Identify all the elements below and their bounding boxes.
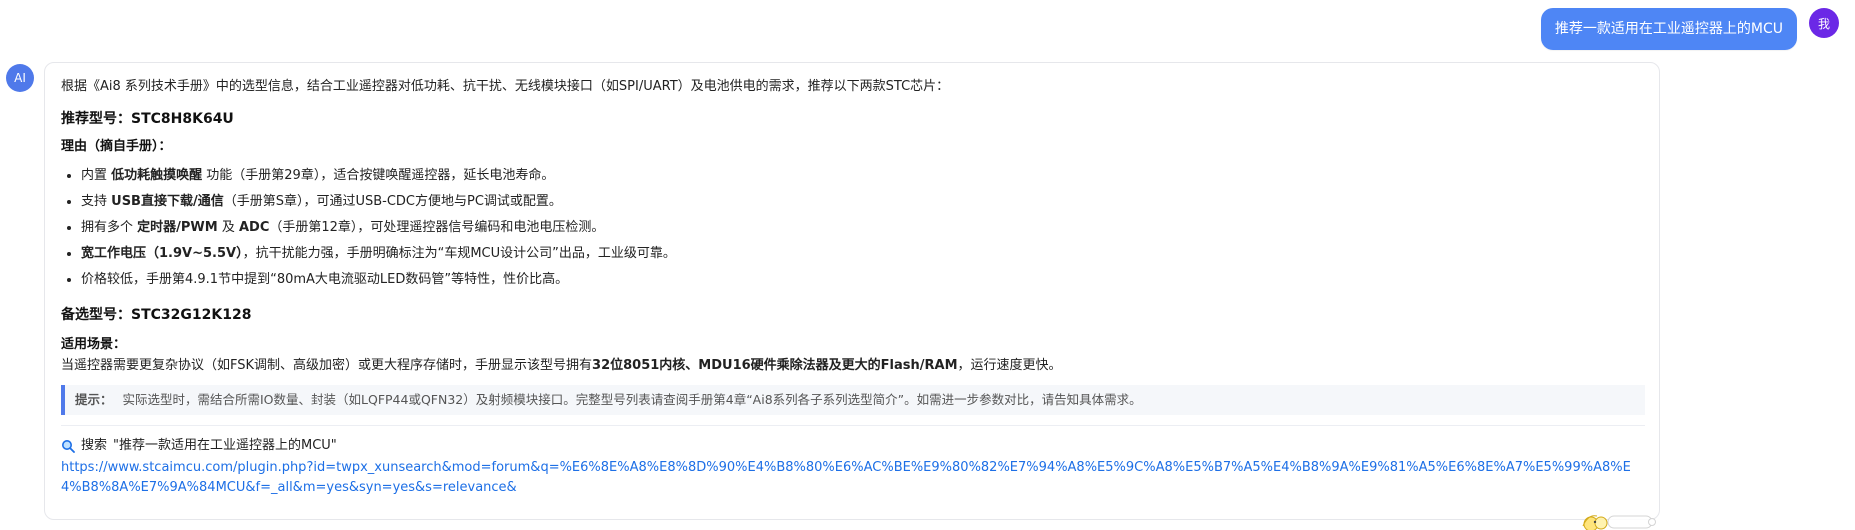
reason-item: 价格较低，手册第4.9.1节中提到“80mA大电流驱动LED数码管”等特性，性价… (81, 267, 1645, 293)
search-prefix: 搜索 (81, 438, 108, 453)
tip-box: 提示： 实际选型时，需结合所需IO数量、封装（如LQFP44或QFN32）及射频… (61, 385, 1645, 415)
reason-item: 拥有多个 定时器/PWM 及 ADC（手册第12章），可处理遥控器信号编码和电池… (81, 215, 1645, 241)
user-message-bubble: 推荐一款适用在工业遥控器上的MCU (1540, 8, 1797, 50)
search-result-link[interactable]: https://www.stcaimcu.com/plugin.php?id=t… (61, 458, 1645, 498)
primary-reasons-list: 内置 低功耗触摸唤醒 功能（手册第29章），适合按键唤醒遥控器，延长电池寿命。 … (61, 163, 1645, 293)
user-message-text: 推荐一款适用在工业遥控器上的MCU (1554, 21, 1783, 37)
reason-suffix: 功能（手册第29章），适合按键唤醒遥控器，延长电池寿命。 (202, 168, 555, 183)
reason-mid: 及 (217, 220, 239, 235)
reason-suffix: ，抗干扰能力强，手册明确标注为“车规MCU设计公司”出品，工业级可靠。 (242, 246, 676, 261)
reason-item: 内置 低功耗触摸唤醒 功能（手册第29章），适合按键唤醒遥控器，延长电池寿命。 (81, 163, 1645, 189)
reason-item: 支持 USB直接下载/通信（手册第S章），可通过USB-CDC方便地与PC调试或… (81, 189, 1645, 215)
alternate-model-heading: 备选型号：STC32G12K128 (61, 307, 252, 323)
reason-strong: 定时器/PWM (137, 220, 218, 235)
usage-suffix: ，运行速度更快。 (957, 358, 1062, 373)
ai-message-card: 根据《Ai8 系列技术手册》中的选型信息，结合工业遥控器对低功耗、抗干扰、无线模… (44, 62, 1660, 520)
usage-strong: 32位8051内核、MDU16硬件乘除法器及更大的Flash/RAM (592, 358, 958, 373)
divider (61, 425, 1645, 426)
reason-item: 宽工作电压（1.9V~5.5V），抗干扰能力强，手册明确标注为“车规MCU设计公… (81, 241, 1645, 267)
bee-mascot-icon (1568, 504, 1658, 530)
ai-avatar-label: AI (14, 71, 26, 85)
user-avatar: 我 (1809, 8, 1839, 38)
tip-text: 实际选型时，需结合所需IO数量、封装（如LQFP44或QFN32）及射频模块接口… (122, 392, 1142, 407)
alternate-usage-title: 适用场景： (61, 337, 127, 352)
primary-model-heading: 推荐型号：STC8H8K64U (61, 111, 234, 127)
reason-prefix: 内置 (81, 168, 112, 183)
search-icon (61, 439, 75, 453)
user-avatar-label: 我 (1817, 16, 1830, 31)
ai-intro-text: 根据《Ai8 系列技术手册》中的选型信息，结合工业遥控器对低功耗、抗干扰、无线模… (61, 79, 950, 94)
user-message-row: 推荐一款适用在工业遥控器上的MCU 我 (1540, 8, 1839, 50)
reason-prefix: 支持 (81, 194, 112, 209)
ai-avatar: AI (6, 64, 34, 92)
reason-strong: USB直接下载/通信 (111, 194, 224, 209)
reason-prefix: 拥有多个 (81, 220, 138, 235)
reason-strong: 宽工作电压（1.9V~5.5V） (81, 246, 243, 261)
reason-prefix: 价格较低，手册第4.9.1节中提到“80mA大电流驱动LED数码管”等特性，性价… (81, 272, 569, 287)
usage-prefix: 当遥控器需要更复杂协议（如FSK调制、高级加密）或更大程序存储时，手册显示该型号… (61, 358, 593, 373)
tip-label: 提示： (75, 392, 113, 407)
reason-suffix: （手册第12章），可处理遥控器信号编码和电池电压检测。 (269, 220, 605, 235)
search-query: "推荐一款适用在工业遥控器上的MCU" (113, 438, 337, 453)
alternate-usage-text: 当遥控器需要更复杂协议（如FSK调制、高级加密）或更大程序存储时，手册显示该型号… (61, 355, 1645, 377)
primary-reason-title: 理由（摘自手册）： (61, 139, 172, 154)
chat-page: 推荐一款适用在工业遥控器上的MCU 我 AI 根据《Ai8 系列技术手册》中的选… (0, 0, 1855, 530)
reason-strong-2: ADC (238, 220, 270, 235)
reason-strong: 低功耗触摸唤醒 (111, 168, 203, 183)
search-line: 搜索 "推荐一款适用在工业遥控器上的MCU" (61, 436, 1645, 456)
reason-suffix: （手册第S章），可通过USB-CDC方便地与PC调试或配置。 (223, 194, 562, 209)
